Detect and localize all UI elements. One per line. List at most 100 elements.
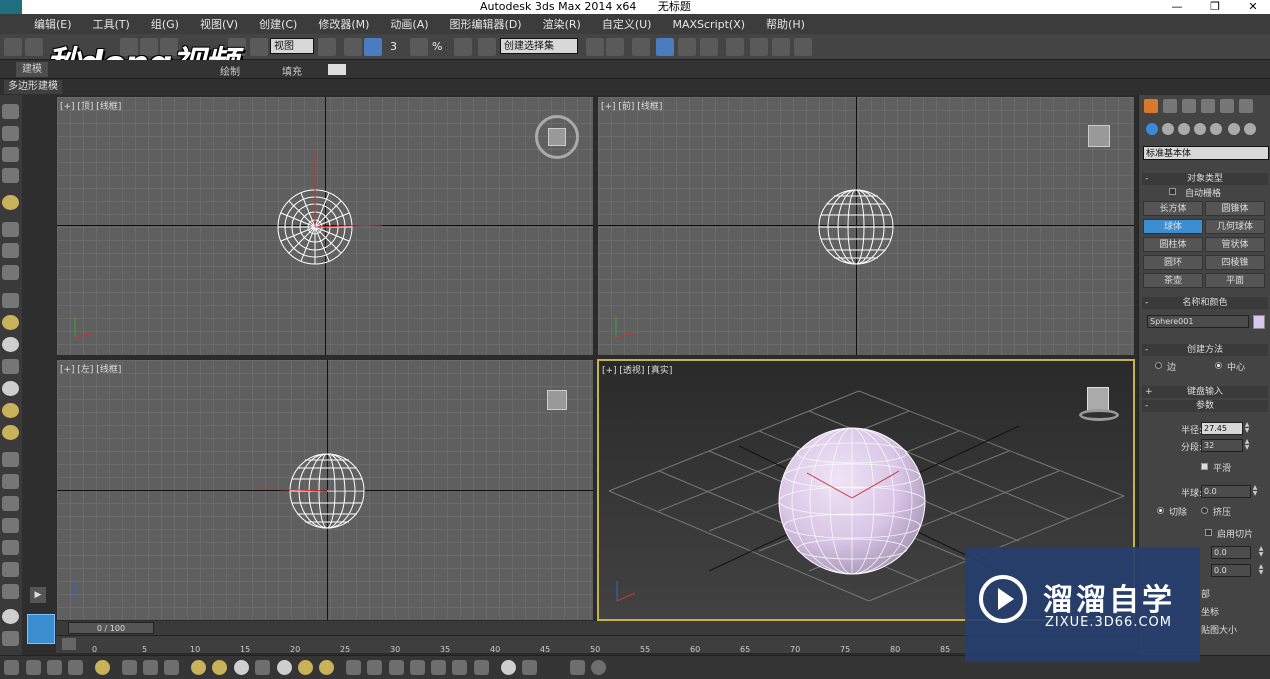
render-sphere-icon[interactable] <box>501 660 516 675</box>
menu-rendering[interactable]: 渲染(R) <box>543 16 581 32</box>
menu-group[interactable]: 组(G) <box>151 16 179 32</box>
geometry-icon[interactable] <box>1146 123 1158 135</box>
cylinder-icon[interactable] <box>2 359 19 374</box>
teapot-button[interactable]: 茶壶 <box>1143 273 1203 288</box>
menu-graph-editors[interactable]: 图形编辑器(D) <box>450 16 522 32</box>
ribbon-tab-populate[interactable]: 填充 <box>282 63 302 78</box>
biped-icon[interactable] <box>2 496 19 511</box>
hierarchy-tab-icon[interactable] <box>1182 99 1196 113</box>
box-icon[interactable] <box>2 293 19 308</box>
sun-icon[interactable] <box>2 403 19 418</box>
grid-icon[interactable] <box>2 631 19 646</box>
menu-animation[interactable]: 动画(A) <box>390 16 428 32</box>
modify-icon[interactable] <box>26 660 41 675</box>
plane-button[interactable]: 平面 <box>1205 273 1265 288</box>
play-icon[interactable]: ▶ <box>30 587 46 603</box>
sun-icon[interactable] <box>298 660 313 675</box>
hemisphere-icon[interactable] <box>212 660 227 675</box>
unlink-icon[interactable] <box>25 38 43 56</box>
bone-icon[interactable] <box>367 660 382 675</box>
link-icon[interactable] <box>4 38 22 56</box>
cloth-icon[interactable] <box>2 584 19 599</box>
squash-radio[interactable] <box>1201 507 1208 514</box>
cone-icon[interactable] <box>277 660 292 675</box>
angle-snap-icon[interactable] <box>410 38 428 56</box>
reference-coordinate-select[interactable]: 视图 <box>270 38 314 54</box>
radius-field[interactable]: 27.45 <box>1201 422 1243 435</box>
render-setup-icon[interactable] <box>750 38 768 56</box>
particle-icon[interactable] <box>346 660 361 675</box>
select-manipulate-icon[interactable] <box>364 38 382 56</box>
slice-to-field[interactable]: 0.0 <box>1211 564 1251 577</box>
pyramid-button[interactable]: 四棱锥 <box>1205 255 1265 270</box>
creation-center-radio[interactable] <box>1215 362 1222 369</box>
cylinder-button[interactable]: 圆柱体 <box>1143 237 1203 252</box>
named-selection-set-select[interactable]: 创建选择集 <box>500 38 578 54</box>
motion-icon[interactable] <box>2 168 19 183</box>
segments-spinner[interactable]: ▲ ▼ <box>1243 439 1251 452</box>
maximize-button[interactable]: ❐ <box>1200 0 1230 14</box>
rollout-name-color[interactable]: - 名称和颜色 <box>1142 297 1268 309</box>
ribbon-tab-modeling[interactable]: 建模 <box>16 62 48 77</box>
tube-button[interactable]: 管状体 <box>1205 237 1265 252</box>
align-icon[interactable] <box>606 38 624 56</box>
sphere-button[interactable]: 球体 <box>1143 219 1203 234</box>
cameras-icon[interactable] <box>1194 123 1206 135</box>
viewcube-perspective[interactable] <box>1079 387 1119 423</box>
cloth-icon[interactable] <box>474 660 489 675</box>
create-icon[interactable] <box>4 660 19 675</box>
space-warps-icon[interactable] <box>1228 123 1240 135</box>
lights-icon[interactable] <box>1178 123 1190 135</box>
create-icon[interactable] <box>2 104 19 119</box>
edit-named-selection-icon[interactable] <box>478 38 496 56</box>
helper-icon[interactable] <box>2 222 19 237</box>
slice-to-spinner[interactable]: ▲ ▼ <box>1257 564 1265 577</box>
shapes-icon[interactable] <box>1162 123 1174 135</box>
sphere-icon[interactable] <box>2 337 19 352</box>
utilities-tab-icon[interactable] <box>1239 99 1253 113</box>
torus-icon[interactable] <box>319 660 334 675</box>
viewport-left[interactable]: [+] [左] [线框] <box>56 359 594 621</box>
viewport-front[interactable]: [+] [前] [线框] <box>597 96 1135 356</box>
box-icon[interactable] <box>191 660 206 675</box>
polygon-modeling-label[interactable]: 多边形建模 <box>4 80 62 94</box>
light-icon[interactable] <box>2 195 19 210</box>
render-teapot-icon[interactable] <box>794 38 812 56</box>
torus-icon[interactable] <box>2 425 19 440</box>
time-slider[interactable]: 0 / 100 <box>68 622 154 634</box>
geosphere-icon[interactable] <box>2 518 19 533</box>
top-sphere-wireframe[interactable] <box>57 97 594 356</box>
key-mode-icon[interactable] <box>570 660 585 675</box>
object-name-field[interactable]: Sphere001 <box>1147 315 1249 328</box>
mirror-icon[interactable] <box>586 38 604 56</box>
spinner-snap-icon[interactable] <box>454 38 472 56</box>
helper-icon[interactable] <box>122 660 137 675</box>
viewport-top[interactable]: [+] [顶] [线框] <box>56 96 594 356</box>
particle-icon[interactable] <box>2 452 19 467</box>
modify-icon[interactable] <box>2 126 19 141</box>
viewcube-top[interactable] <box>535 115 579 159</box>
menu-create[interactable]: 创建(C) <box>259 16 297 32</box>
segments-field[interactable]: 32 <box>1201 439 1243 452</box>
hierarchy-icon[interactable] <box>47 660 62 675</box>
percent-snap-icon[interactable]: % <box>432 38 450 56</box>
rendered-frame-window-icon[interactable] <box>772 38 790 56</box>
viewcube-front[interactable] <box>1088 125 1110 147</box>
torus-button[interactable]: 圆环 <box>1143 255 1203 270</box>
display-tab-icon[interactable] <box>1220 99 1234 113</box>
track-bar-menu-icon[interactable] <box>62 638 76 650</box>
rollout-keyboard-entry[interactable]: + 键盘输入 <box>1142 386 1268 398</box>
rollout-parameters[interactable]: - 参数 <box>1142 400 1268 412</box>
scale-icon[interactable] <box>250 38 268 56</box>
cylinder-icon[interactable] <box>255 660 270 675</box>
help-icon[interactable] <box>591 660 606 675</box>
light-icon[interactable] <box>95 660 110 675</box>
menu-customize[interactable]: 自定义(U) <box>602 16 652 32</box>
spacewarp-icon[interactable] <box>2 243 19 258</box>
schematic-view-icon[interactable] <box>700 38 718 56</box>
app-icon[interactable] <box>0 0 22 14</box>
systems-icon[interactable] <box>1244 123 1256 135</box>
move-icon[interactable] <box>344 38 362 56</box>
ribbon-options-icon[interactable] <box>328 64 346 75</box>
hemisphere-field[interactable]: 0.0 <box>1201 485 1251 498</box>
